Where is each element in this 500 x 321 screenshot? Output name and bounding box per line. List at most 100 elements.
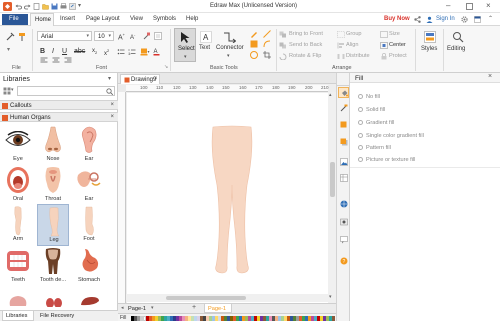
- font-options-icon[interactable]: [154, 32, 162, 40]
- clear-format-icon[interactable]: [143, 32, 151, 40]
- buy-now-link[interactable]: Buy Now: [384, 16, 410, 22]
- editing-button[interactable]: Editing: [446, 30, 470, 64]
- library-item-foot[interactable]: Foot: [74, 205, 104, 245]
- bullets-icon[interactable]: [117, 48, 125, 56]
- horizontal-scrollbar[interactable]: [126, 294, 328, 302]
- text-tool-button[interactable]: A Text: [197, 28, 215, 62]
- circle-icon[interactable]: [250, 51, 258, 59]
- library-item-stomach[interactable]: Stomach: [74, 246, 104, 286]
- settings-icon[interactable]: [461, 16, 468, 23]
- tab-view[interactable]: View: [130, 16, 143, 22]
- print-icon[interactable]: [60, 3, 67, 10]
- file-tab[interactable]: File: [2, 14, 28, 25]
- format-painter-icon[interactable]: [18, 32, 28, 42]
- page-tab[interactable]: Page-1: [204, 304, 232, 313]
- group-button[interactable]: Group: [346, 31, 362, 37]
- legs-shape[interactable]: [207, 125, 257, 277]
- bold-icon[interactable]: B: [40, 48, 45, 55]
- layers-icon[interactable]: [340, 138, 348, 146]
- save-icon[interactable]: [51, 3, 58, 10]
- bring-to-front-icon[interactable]: [279, 31, 287, 38]
- library-item-teeth[interactable]: Teeth: [3, 246, 33, 286]
- quick-access-more-icon[interactable]: ▾: [78, 2, 81, 9]
- scrollbar-thumb[interactable]: [166, 296, 246, 300]
- subscript-icon[interactable]: x2: [92, 48, 97, 55]
- close-category-icon[interactable]: ×: [110, 114, 114, 120]
- connector-tool-button[interactable]: Connector ▾: [215, 28, 245, 62]
- send-to-back-button[interactable]: Send to Back: [289, 42, 322, 48]
- library-item-throat[interactable]: Throat: [38, 165, 68, 205]
- fill-panel-button[interactable]: [338, 87, 349, 98]
- arc-icon[interactable]: [263, 40, 271, 48]
- tab-help[interactable]: Help: [186, 16, 198, 22]
- crop-icon[interactable]: [263, 51, 271, 59]
- hyperlink-icon[interactable]: [340, 200, 348, 208]
- fill-option-single-color-gradient[interactable]: Single color gradient fill: [358, 133, 424, 139]
- library-search-input[interactable]: [17, 86, 115, 96]
- fill-option-picture-texture[interactable]: Picture or texture fill: [358, 157, 415, 163]
- vertical-scrollbar[interactable]: ▴ ▾: [328, 92, 336, 303]
- comment-icon[interactable]: [340, 236, 348, 244]
- select-tool-button[interactable]: Select ▾: [174, 28, 196, 62]
- drawing-page[interactable]: [127, 93, 328, 303]
- styles-button[interactable]: Styles: [419, 30, 441, 64]
- underline-icon[interactable]: U: [62, 48, 67, 55]
- close-icon[interactable]: ×: [486, 1, 491, 10]
- library-item-ear[interactable]: Ear: [74, 125, 104, 165]
- user-icon[interactable]: [426, 16, 433, 23]
- library-item-eye[interactable]: Eye: [3, 125, 33, 165]
- tab-home[interactable]: Home: [30, 13, 54, 26]
- document-tab[interactable]: Drawing9 ×: [120, 74, 160, 84]
- open-folder-icon[interactable]: [42, 3, 49, 10]
- align-center-icon[interactable]: [52, 57, 60, 64]
- line-style-icon[interactable]: [340, 104, 348, 112]
- grow-font-icon[interactable]: A+: [118, 32, 125, 41]
- skin-icon[interactable]: [474, 16, 481, 23]
- tab-page-layout[interactable]: Page Layout: [86, 16, 120, 22]
- tab-symbols[interactable]: Symbols: [153, 16, 176, 22]
- align-right-icon[interactable]: [64, 57, 72, 64]
- distribute-icon[interactable]: [337, 53, 345, 60]
- send-to-back-icon[interactable]: [279, 42, 287, 49]
- close-category-icon[interactable]: ×: [110, 102, 114, 108]
- library-item-ear-inner[interactable]: Ear: [74, 165, 104, 205]
- font-color-icon[interactable]: A: [153, 48, 163, 56]
- library-item-arm[interactable]: Arm: [3, 205, 33, 245]
- superscript-icon[interactable]: x2: [104, 48, 109, 57]
- protect-button[interactable]: Protect: [389, 53, 407, 59]
- image-icon[interactable]: [340, 158, 348, 166]
- data-icon[interactable]: [340, 174, 348, 182]
- maximize-icon[interactable]: [466, 3, 473, 10]
- font-dialog-launcher-icon[interactable]: ↘: [164, 64, 168, 70]
- fill-option-pattern[interactable]: Pattern fill: [358, 145, 391, 151]
- protect-icon[interactable]: [380, 53, 388, 60]
- close-tab-icon[interactable]: ×: [154, 76, 158, 82]
- strikethrough-icon[interactable]: abc: [74, 48, 85, 55]
- add-page-icon[interactable]: +: [192, 304, 196, 311]
- fill-option-gradient[interactable]: Gradient fill: [358, 120, 394, 126]
- scrollbar-thumb[interactable]: [329, 162, 335, 197]
- size-icon[interactable]: [380, 31, 388, 38]
- library-item-leg-selected[interactable]: Leg: [37, 204, 69, 246]
- align-left-icon[interactable]: [40, 57, 48, 64]
- bring-to-front-button[interactable]: Bring to Front: [289, 31, 323, 37]
- category-human-organs[interactable]: Human Organs ×: [0, 112, 118, 122]
- chevron-down-icon[interactable]: ▾: [151, 305, 154, 311]
- center-button[interactable]: Center: [389, 42, 406, 48]
- library-item-nose[interactable]: Nose: [38, 125, 68, 165]
- font-size-select[interactable]: 10 ▾: [94, 31, 114, 41]
- category-callouts[interactable]: Callouts ×: [0, 100, 118, 110]
- rectangle-icon[interactable]: [250, 40, 258, 48]
- export-icon[interactable]: [69, 3, 76, 10]
- rotate-flip-button[interactable]: Rotate & Flip: [289, 53, 321, 59]
- rotate-flip-icon[interactable]: [279, 53, 287, 60]
- shrink-font-icon[interactable]: A-: [130, 32, 135, 41]
- fill-option-solid[interactable]: Solid fill: [358, 107, 385, 113]
- align-button[interactable]: Align: [346, 42, 358, 48]
- page-selector[interactable]: Page-1: [128, 306, 146, 312]
- minimize-icon[interactable]: –: [446, 1, 450, 10]
- shadow-icon[interactable]: [340, 121, 348, 129]
- library-item-tooth-decay[interactable]: Tooth de...: [38, 246, 68, 286]
- numbering-icon[interactable]: [128, 48, 136, 56]
- group-icon[interactable]: [337, 31, 345, 38]
